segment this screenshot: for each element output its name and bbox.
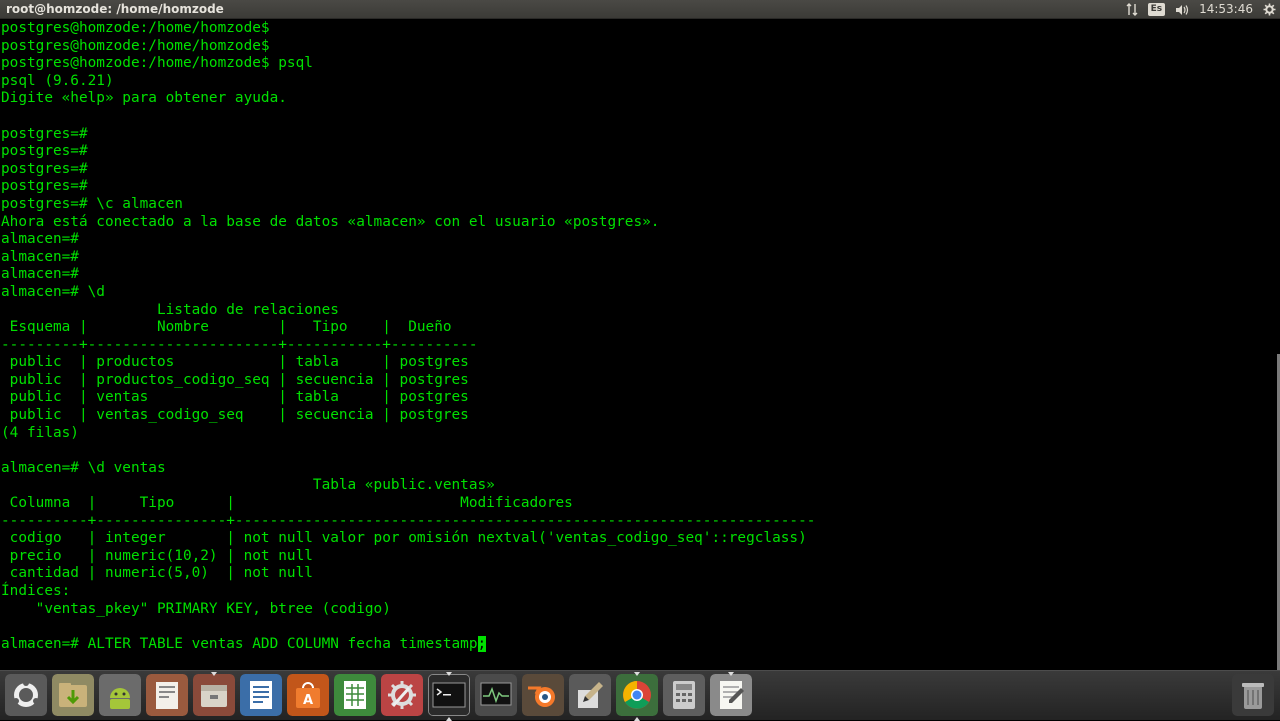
terminal-line: precio | numeric(10,2) | not null <box>1 547 313 564</box>
keyboard-layout-icon[interactable]: Es <box>1147 3 1166 16</box>
terminal-icon[interactable] <box>428 674 470 716</box>
current-command: almacen=# ALTER TABLE ventas ADD COLUMN … <box>1 635 478 652</box>
terminal-output: postgres@homzode:/home/homzode$ postgres… <box>1 20 815 653</box>
running-indicator <box>634 672 640 676</box>
terminal-line: Columna | Tipo | Modificadores <box>1 495 573 512</box>
archive-manager-icon[interactable] <box>193 674 235 716</box>
terminal-line: almacen=# <box>1 231 79 248</box>
running-indicator <box>446 717 452 721</box>
network-arrows-icon[interactable] <box>1126 3 1138 16</box>
terminal-line: postgres@homzode:/home/homzode$ psql <box>1 55 313 72</box>
chrome-icon[interactable] <box>616 674 658 716</box>
terminal-line: cantidad | numeric(5,0) | not null <box>1 565 313 582</box>
indicator-area: Es 14:53:46 <box>1126 0 1276 19</box>
terminal-line: Tabla «public.ventas» <box>1 477 495 494</box>
terminal-line: almacen=# \d ventas <box>1 459 166 476</box>
terminal-line: Listado de relaciones <box>1 301 339 318</box>
terminal-line: codigo | integer | not null valor por om… <box>1 530 807 547</box>
clock[interactable]: 14:53:46 <box>1199 0 1253 19</box>
terminal-line: postgres@homzode:/home/homzode$ <box>1 37 270 54</box>
terminal-line: almacen=# <box>1 266 79 283</box>
terminal-line: public | productos | tabla | postgres <box>1 354 469 371</box>
terminal-line: public | productos_codigo_seq | secuenci… <box>1 371 469 388</box>
svg-text:A: A <box>303 693 313 708</box>
blender-icon[interactable] <box>522 674 564 716</box>
ubuntu-logo-icon[interactable] <box>5 674 47 716</box>
terminal-line: postgres@homzode:/home/homzode$ <box>1 20 270 36</box>
running-indicator <box>446 672 452 676</box>
terminal-line: ---------+----------------------+-------… <box>1 336 478 353</box>
terminal-line: postgres=# <box>1 143 88 160</box>
window-title: root@homzode: /home/homzode <box>6 2 224 16</box>
launcher-dock: A <box>0 670 1280 721</box>
settings-gear-icon[interactable] <box>1263 3 1276 16</box>
terminal-line: Esquema | Nombre | Tipo | Dueño <box>1 319 452 336</box>
app-installer-icon[interactable]: A <box>287 674 329 716</box>
files-icon[interactable] <box>52 674 94 716</box>
terminal-line: "ventas_pkey" PRIMARY KEY, btree (codigo… <box>1 600 391 617</box>
paint-icon[interactable] <box>569 674 611 716</box>
terminal-line: public | ventas | tabla | postgres <box>1 389 469 406</box>
terminal-line: (4 filas) <box>1 424 79 441</box>
document-viewer-icon[interactable] <box>146 674 188 716</box>
terminal-line: postgres=# <box>1 178 88 195</box>
text-editor-icon[interactable] <box>710 674 752 716</box>
android-studio-icon[interactable] <box>99 674 141 716</box>
text-cursor: ; <box>477 635 487 652</box>
running-indicator <box>634 717 640 721</box>
running-indicator <box>728 672 734 676</box>
terminal-input-line[interactable]: almacen=# ALTER TABLE ventas ADD COLUMN … <box>1 635 815 654</box>
top-panel: root@homzode: /home/homzode Es 14:53:46 <box>0 0 1280 19</box>
calculator-icon[interactable] <box>663 674 705 716</box>
running-indicator <box>211 672 217 676</box>
trash-icon[interactable] <box>1232 674 1274 716</box>
terminal-line: ----------+---------------+-------------… <box>1 512 816 529</box>
calc-icon[interactable] <box>334 674 376 716</box>
writer-icon[interactable] <box>240 674 282 716</box>
terminal-line: Digite «help» para obtener ayuda. <box>1 90 287 107</box>
terminal-line: Índices: <box>1 583 71 599</box>
system-settings-icon[interactable] <box>381 674 423 716</box>
volume-icon[interactable] <box>1175 4 1189 16</box>
terminal-line: postgres=# <box>1 160 88 177</box>
terminal-line: public | ventas_codigo_seq | secuencia |… <box>1 407 469 424</box>
terminal-line: almacen=# \d <box>1 283 105 300</box>
terminal-line: psql (9.6.21) <box>1 72 114 89</box>
terminal-window[interactable]: postgres@homzode:/home/homzode$ postgres… <box>0 19 1280 670</box>
system-monitor-icon[interactable] <box>475 674 517 716</box>
terminal-line: postgres=# \c almacen <box>1 195 183 212</box>
terminal-line: almacen=# <box>1 248 79 265</box>
terminal-line: Ahora está conectado a la base de datos … <box>1 213 660 230</box>
terminal-line: postgres=# <box>1 125 88 142</box>
